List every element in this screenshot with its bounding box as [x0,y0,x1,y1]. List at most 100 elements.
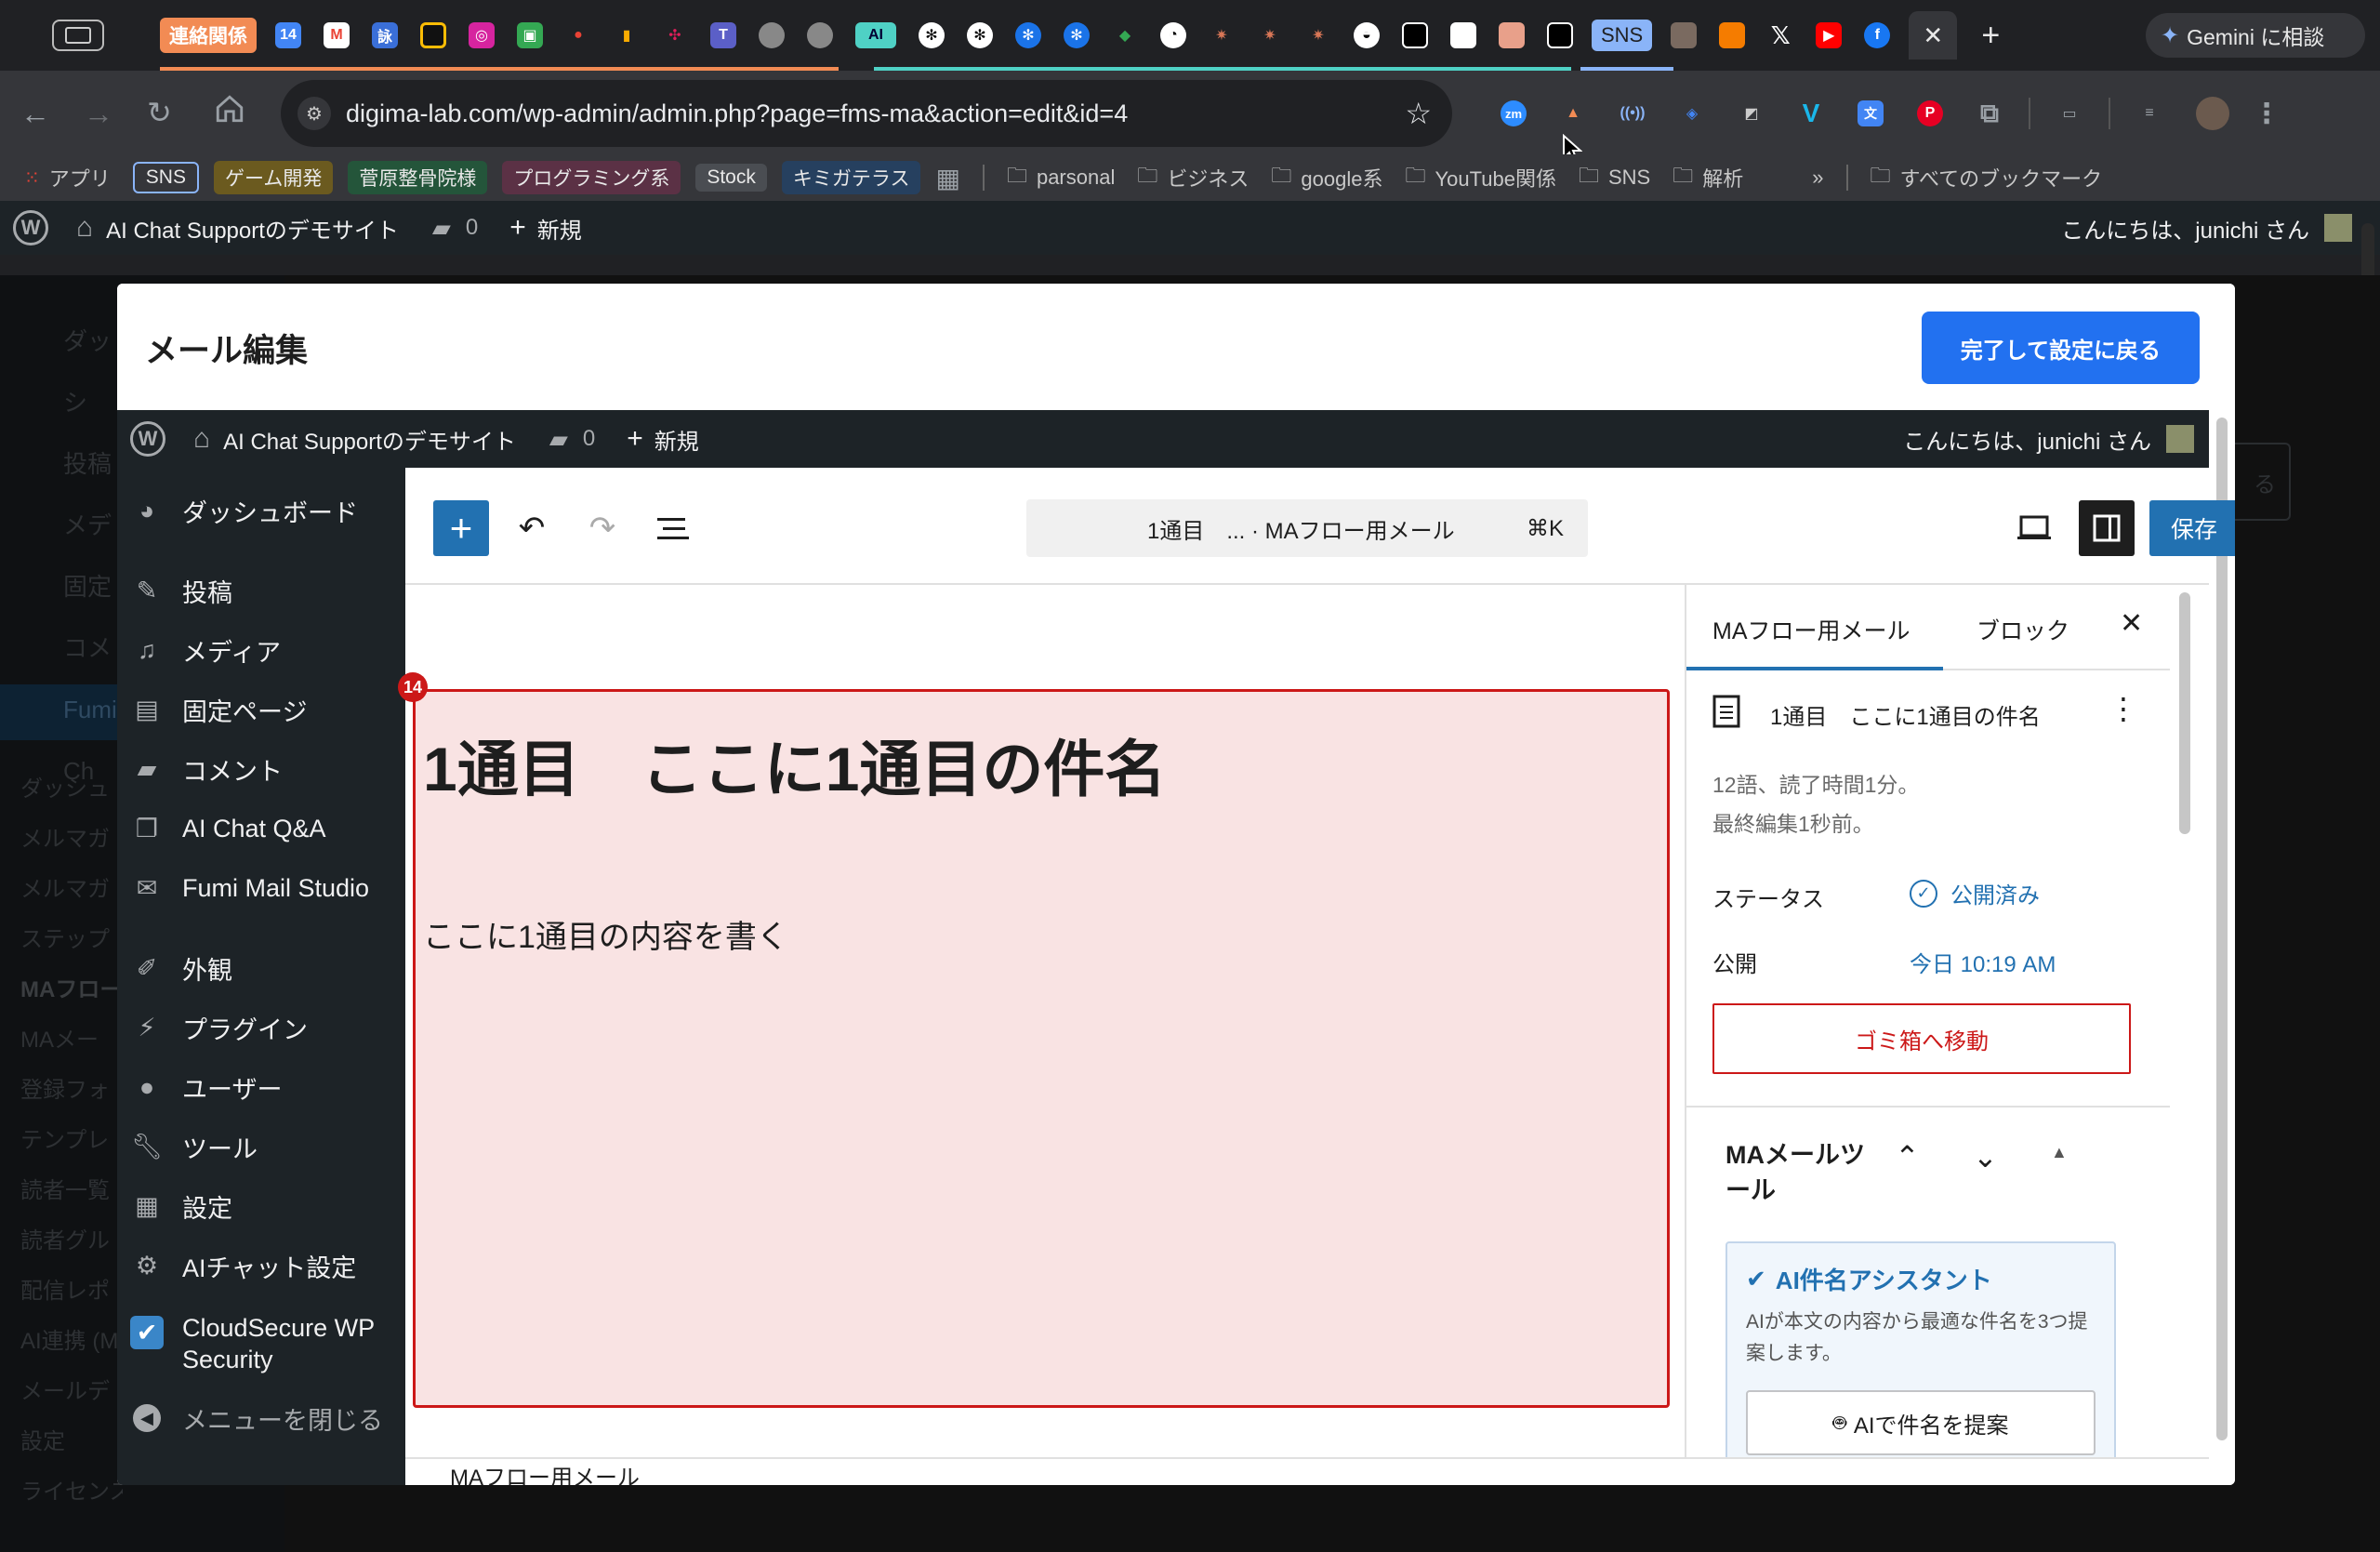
new-content-link[interactable]: 新規 [537,212,582,245]
publish-date[interactable]: 今日 10:19 AM [1910,946,2056,978]
chrome-favicon-icon[interactable] [420,22,446,48]
claude-favicon-icon[interactable]: ✷ [1209,22,1235,48]
sidebar-item-ai-chat-qa[interactable]: ❐ AI Chat Q&A [117,799,405,858]
extension-icon[interactable]: ◩ [1739,100,1765,126]
bookmark-folder[interactable]: 🗀 SNS [1579,160,1650,195]
sidebar-item-ai-chat-settings[interactable]: ⚙ AIチャット設定 [117,1236,405,1295]
bookmark-tag[interactable]: 菅原整骨院様 [348,161,488,194]
panel-scrollbar[interactable] [2179,592,2190,834]
gmail-favicon-icon[interactable]: M [324,22,350,48]
avatar[interactable] [2324,214,2352,242]
selected-content-block[interactable]: 1通目 ここに1通目の件名 ここに1通目の内容を書く [413,689,1670,1408]
reload-icon[interactable]: ↻ [147,95,172,130]
sidebar-item-cloudsecure[interactable]: ✔ CloudSecure WP Security [117,1312,405,1381]
extensions-puzzle-icon[interactable]: ⧉ [1977,99,2003,127]
site-name[interactable]: AI Chat Supportのデモサイト [223,423,516,456]
block-inserter-button[interactable]: + [433,500,489,556]
bookmark-tag[interactable]: キミガテラス [781,161,921,194]
avatar[interactable] [2166,425,2194,453]
favicon-icon[interactable]: 詠 [372,22,398,48]
done-return-button[interactable]: 完了して設定に戻る [1921,312,2200,384]
pinterest-extension-icon[interactable]: P [1917,100,1943,126]
comment-icon[interactable]: ▰ [549,425,568,454]
bookmark-folder[interactable]: 🗀 google系 [1271,160,1382,195]
new-tab-icon[interactable]: + [1966,11,2015,60]
url-text[interactable]: digima-lab.com/wp-admin/admin.php?page=f… [346,99,1128,128]
chatgpt-favicon-icon[interactable]: ✻ [919,22,945,48]
forward-icon[interactable]: → [84,97,113,131]
teams-favicon-icon[interactable]: T [710,22,736,48]
save-button[interactable]: 保存 [2149,500,2235,556]
move-up-icon[interactable]: ⌃ [1895,1139,1920,1174]
tab-groups-icon[interactable]: ▦ [935,163,959,193]
favicon-icon[interactable]: ◔ [1160,22,1186,48]
x-favicon-icon[interactable]: 𝕏 [1767,21,1793,49]
sidebar-collapse-menu[interactable]: ◀ メニューを閉じる [117,1388,405,1448]
plus-icon[interactable]: + [627,423,643,455]
extension-icon[interactable]: ▲ [1560,100,1586,126]
post-heading[interactable]: 1通目 ここに1通目の件名 [423,720,1166,809]
comment-count[interactable]: 0 [583,426,595,452]
document-actions-icon[interactable]: ⋮ [2109,691,2138,726]
browser-menu-icon[interactable]: ⋮ [2253,99,2281,129]
comment-icon[interactable]: ▰ [432,214,451,243]
favicon-icon[interactable]: ● [565,22,591,48]
address-bar[interactable]: ⚙ digima-lab.com/wp-admin/admin.php?page… [281,80,1452,147]
move-to-trash-button[interactable]: ゴミ箱へ移動 [1712,1003,2131,1074]
vimeo-extension-icon[interactable]: V [1798,99,1824,127]
user-greeting[interactable]: こんにちは、junichi さん [1903,423,2151,456]
sidebar-item-dashboard[interactable]: ◕ ダッシュボード [117,481,405,540]
extension-icon[interactable]: ◈ [1679,100,1705,126]
bookmark-apps[interactable]: ⁙ アプリ [24,163,111,192]
document-overview-icon[interactable] [645,500,701,556]
globe-favicon-icon[interactable] [759,22,785,48]
user-greeting[interactable]: こんにちは、junichi さん [2061,212,2309,245]
preview-device-icon[interactable] [2006,500,2062,556]
sidebar-item-settings[interactable]: ▦ 設定 [117,1176,405,1236]
drive-favicon-icon[interactable]: ◆ [1112,22,1138,48]
tab-group-sns[interactable]: SNS [1592,20,1653,51]
sidebar-item-posts[interactable]: ✎ 投稿 [117,561,405,620]
home-icon[interactable]: ⌂ [76,212,93,244]
sidebar-item-comments[interactable]: ▰ コメント [117,739,405,799]
wordpress-logo-icon[interactable]: W [13,210,48,245]
claude-favicon-icon[interactable]: ✷ [1257,22,1283,48]
bookmark-star-icon[interactable]: ☆ [1405,96,1432,131]
bookmark-tag[interactable]: Stock [695,164,767,192]
collapse-section-icon[interactable]: ▲ [2051,1143,2068,1162]
new-content-link[interactable]: 新規 [654,423,699,456]
favicon-icon[interactable] [1450,22,1476,48]
youtube-favicon-icon[interactable]: ▶ [1816,22,1843,48]
bookmark-folder[interactable]: 🗀 ビジネス [1137,160,1249,195]
claude-favicon-icon[interactable]: ✷ [1305,22,1331,48]
chatgpt-favicon-icon[interactable]: ✻ [1015,22,1041,48]
favicon-icon[interactable]: ◒ [1354,22,1380,48]
sidebar-item-media[interactable]: ♫ メディア [117,620,405,680]
favicon-icon[interactable] [1402,22,1428,48]
sidebar-item-plugins[interactable]: ⚡ プラグイン [117,998,405,1057]
slack-favicon-icon[interactable]: ✣ [662,22,688,48]
plus-icon[interactable]: + [509,212,526,244]
post-paragraph[interactable]: ここに1通目の内容を書く [423,911,788,957]
calendar-favicon-icon[interactable]: 14 [275,22,301,48]
status-value[interactable]: ✓ 公開済み [1910,877,2040,909]
command-bar[interactable]: 1通目 ... · MAフロー用メール ⌘K [1026,499,1588,557]
redo-icon[interactable]: ↷ [575,500,630,556]
close-panel-icon[interactable]: ✕ [2120,607,2143,640]
sidebar-item-pages[interactable]: ▤ 固定ページ [117,680,405,739]
home-icon[interactable] [214,93,245,125]
bookmarks-overflow-button[interactable]: » [1812,166,1823,190]
settings-sidebar-toggle[interactable] [2079,500,2135,556]
profile-avatar[interactable] [2196,97,2229,130]
chatgpt-favicon-icon[interactable]: ✻ [1064,22,1090,48]
tab-ai-icon[interactable]: AI [855,22,896,48]
undo-icon[interactable]: ↶ [504,500,560,556]
home-icon[interactable]: ⌂ [193,423,210,455]
block-breadcrumb[interactable]: MAフロー用メール [450,1459,640,1485]
wordpress-logo-icon[interactable]: W [130,421,165,457]
sidebar-item-tools[interactable]: 🔧︎ ツール [117,1117,405,1176]
chat-favicon-icon[interactable]: ▣ [517,22,543,48]
back-icon[interactable]: ← [20,97,50,131]
comment-count[interactable]: 0 [466,215,478,241]
site-name[interactable]: AI Chat Supportのデモサイト [106,212,399,245]
